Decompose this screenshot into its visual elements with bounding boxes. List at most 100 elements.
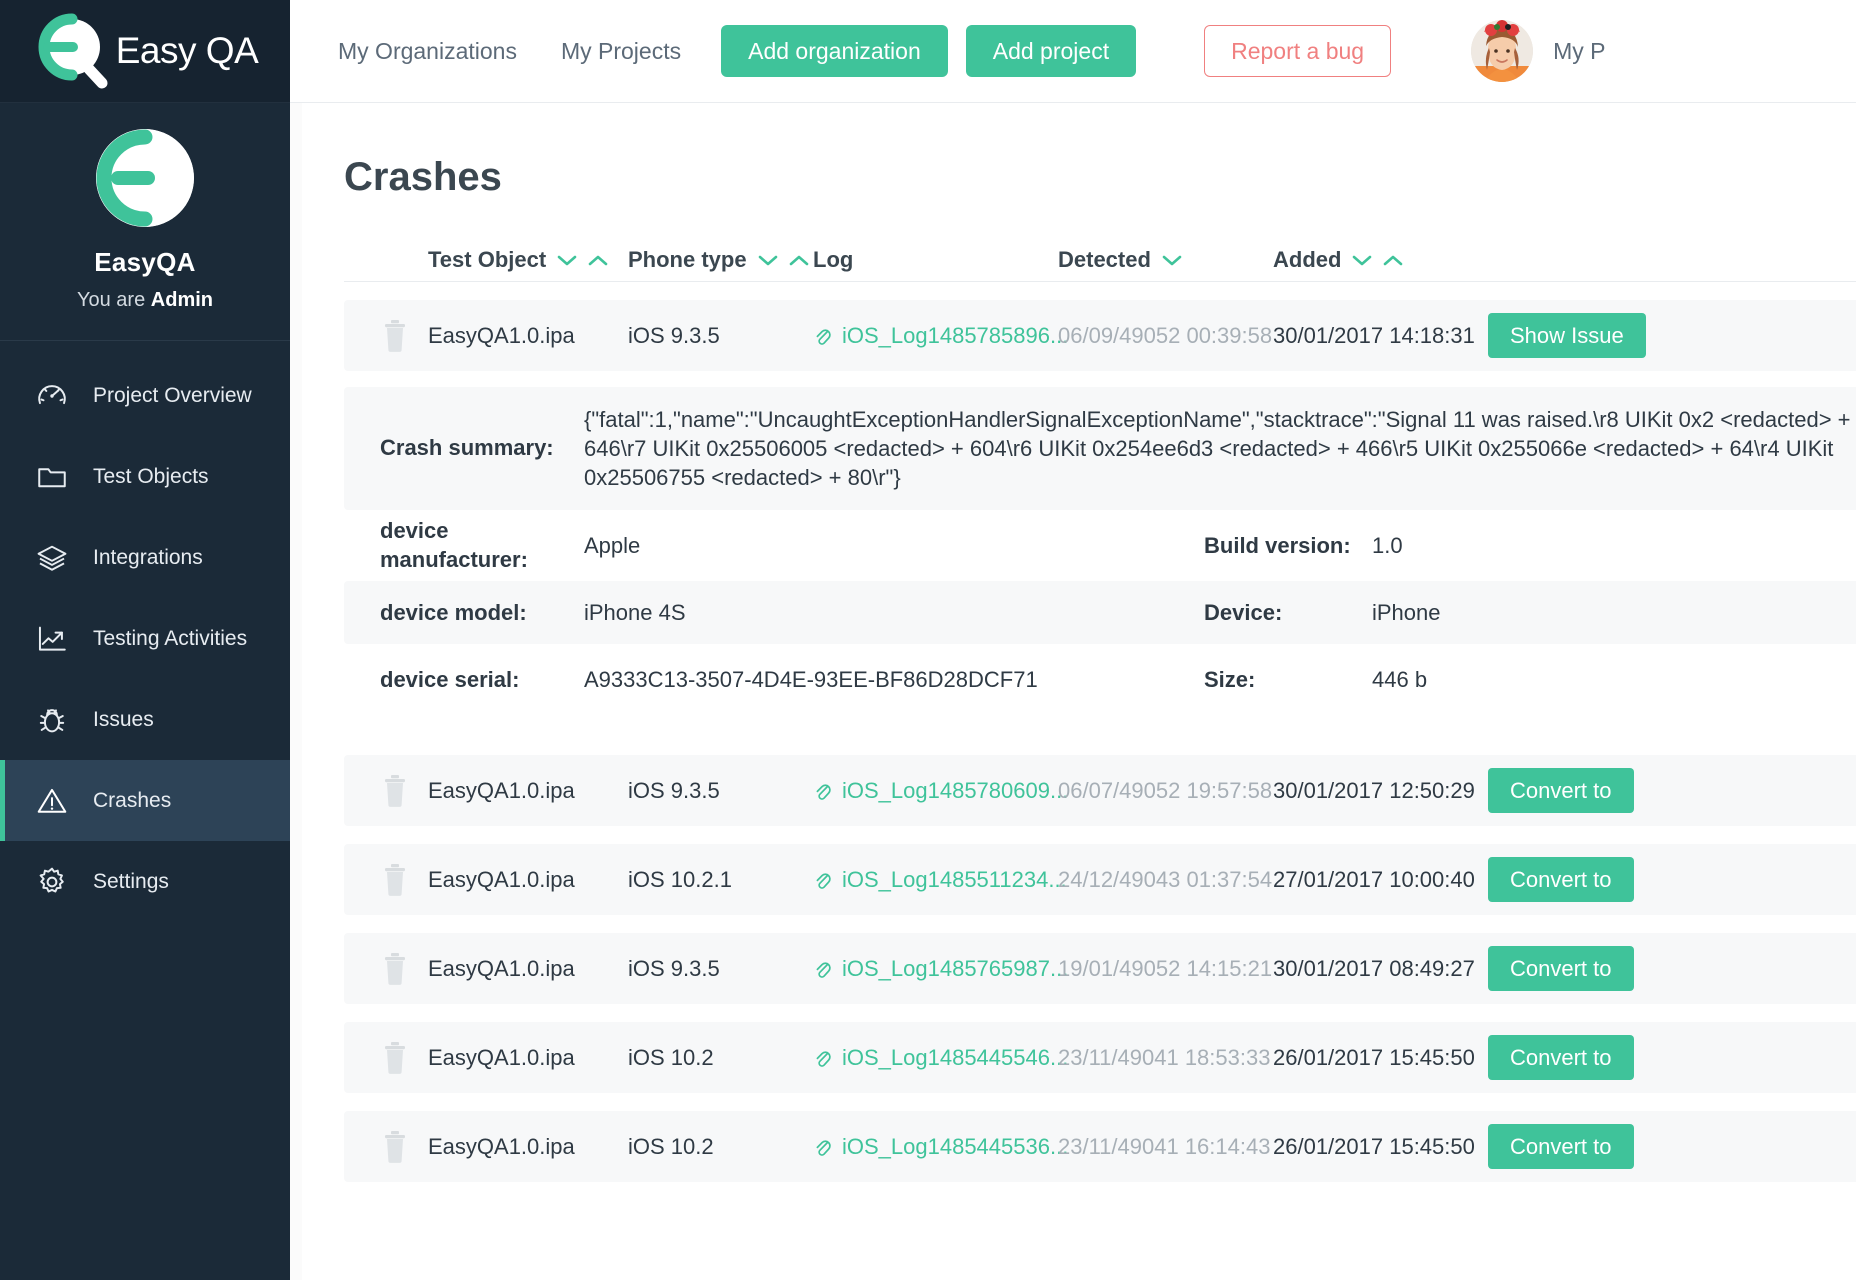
project-role-value: Admin [150, 289, 213, 311]
log-link[interactable]: iOS_Log1485445546... [813, 1045, 1068, 1071]
convert-to-issue-button[interactable]: Convert to [1488, 768, 1634, 814]
delete-crash-button[interactable] [344, 774, 428, 807]
sidebar-item-label: Testing Activities [93, 626, 248, 650]
topnav-my-projects[interactable]: My Projects [539, 38, 703, 65]
cell-phone-type: iOS 9.3.5 [628, 777, 720, 803]
chevron-up-icon[interactable] [1382, 252, 1404, 268]
sidebar-item-label: Integrations [93, 545, 203, 569]
log-link[interactable]: iOS_Log1485785896... [813, 323, 1068, 349]
sort-controls[interactable] [1161, 252, 1183, 268]
add-organization-button[interactable]: Add organization [721, 25, 948, 77]
detail-label: device serial: [380, 666, 520, 692]
chevron-down-icon[interactable] [556, 252, 578, 268]
column-label: Detected [1058, 247, 1151, 272]
warning-triangle-icon [33, 782, 71, 820]
easyqa-logo-icon: Easy QA [32, 13, 259, 89]
cell-log[interactable]: iOS_Log1485780609... [813, 778, 1068, 804]
convert-to-issue-button[interactable]: Convert to [1488, 1124, 1634, 1170]
sidebar-item-crashes[interactable]: Crashes [0, 760, 290, 841]
cell-added: 27/01/2017 10:00:40 [1273, 866, 1475, 892]
bug-icon [33, 701, 71, 739]
detail-value-crash-summary: {"fatal":1,"name":"UncaughtExceptionHand… [584, 407, 1851, 491]
cell-log[interactable]: iOS_Log1485445546... [813, 1045, 1068, 1071]
cell-log[interactable]: iOS_Log1485785896... [813, 323, 1068, 349]
sidebar-item-project-overview[interactable]: Project Overview [0, 355, 290, 436]
delete-crash-button[interactable] [344, 1130, 428, 1163]
log-link-label: iOS_Log1485765987... [842, 955, 1069, 981]
convert-to-issue-button[interactable]: Convert to [1488, 857, 1634, 903]
column-header-added[interactable]: Added [1273, 247, 1488, 273]
detail-label-secondary: Size: [1204, 666, 1256, 692]
user-avatar-icon[interactable] [1471, 20, 1534, 82]
brand-header[interactable]: Easy QA [0, 0, 290, 103]
cell-test-object: EasyQA1.0.ipa [428, 955, 575, 981]
chevron-down-icon[interactable] [1161, 252, 1183, 268]
sidebar-item-label: Crashes [93, 788, 172, 812]
table-row[interactable]: EasyQA1.0.ipa iOS 9.3.5 iOS_Log148576598… [344, 933, 1856, 1005]
topnav-my-organizations[interactable]: My Organizations [316, 38, 539, 65]
show-issue-button[interactable]: Show Issue [1488, 313, 1646, 358]
sort-controls[interactable] [757, 252, 810, 268]
detail-row-device-manufacturer: device manufacturer: Apple Build version… [344, 514, 1856, 578]
delete-crash-button[interactable] [344, 952, 428, 985]
detail-label: device manufacturer: [380, 518, 528, 572]
delete-crash-button[interactable] [344, 319, 428, 352]
add-project-button[interactable]: Add project [965, 25, 1137, 77]
sidebar: Easy QA EasyQA You are Admin Project Ove… [0, 0, 290, 1280]
cell-detected: 23/11/49041 16:14:43 [1058, 1133, 1271, 1159]
chart-line-icon [33, 620, 71, 658]
trash-icon[interactable] [382, 863, 408, 896]
log-link[interactable]: iOS_Log1485765987... [813, 956, 1068, 982]
cell-added: 30/01/2017 08:49:27 [1273, 955, 1475, 981]
convert-to-issue-button[interactable]: Convert to [1488, 1035, 1634, 1081]
cell-log[interactable]: iOS_Log1485765987... [813, 956, 1068, 982]
cell-log[interactable]: iOS_Log1485445536... [813, 1134, 1068, 1160]
report-bug-button[interactable]: Report a bug [1204, 25, 1392, 77]
chevron-down-icon[interactable] [1351, 252, 1373, 268]
user-menu[interactable]: My P [1471, 20, 1605, 82]
cell-action: Convert to [1488, 1035, 1856, 1081]
column-header-phone-type[interactable]: Phone type [628, 247, 813, 273]
delete-crash-button[interactable] [344, 1041, 428, 1074]
cell-added: 26/01/2017 15:45:50 [1273, 1133, 1475, 1159]
sidebar-item-settings[interactable]: Settings [0, 841, 290, 922]
detail-value: A9333C13-3507-4D4E-93EE-BF86D28DCF71 [584, 667, 1038, 693]
log-link[interactable]: iOS_Log1485511234... [813, 867, 1067, 893]
cell-detected: 06/07/49052 19:57:58 [1058, 777, 1273, 803]
sort-controls[interactable] [1351, 252, 1404, 268]
column-header-test-object[interactable]: Test Object [428, 247, 628, 273]
table-row[interactable]: EasyQA1.0.ipa iOS 10.2.1 iOS_Log14855112… [344, 844, 1856, 916]
table-header-row: Test Object Phone type Log Detected Adde… [344, 238, 1856, 282]
table-row[interactable]: EasyQA1.0.ipa iOS 10.2 iOS_Log1485445536… [344, 1111, 1856, 1183]
log-link[interactable]: iOS_Log1485445536... [813, 1134, 1068, 1160]
delete-crash-button[interactable] [344, 863, 428, 896]
chevron-down-icon[interactable] [757, 252, 779, 268]
cell-added: 30/01/2017 12:50:29 [1273, 777, 1475, 803]
chevron-up-icon[interactable] [788, 252, 810, 268]
table-row[interactable]: EasyQA1.0.ipa iOS 9.3.5 iOS_Log148578060… [344, 755, 1856, 827]
sidebar-item-integrations[interactable]: Integrations [0, 517, 290, 598]
trash-icon[interactable] [382, 1130, 408, 1163]
column-label: Added [1273, 247, 1342, 272]
table-row[interactable]: EasyQA1.0.ipa iOS 9.3.5 iOS_Log148578589… [344, 300, 1856, 371]
sidebar-item-issues[interactable]: Issues [0, 679, 290, 760]
column-header-detected[interactable]: Detected [1058, 247, 1273, 273]
trash-icon[interactable] [382, 1041, 408, 1074]
sort-controls[interactable] [556, 252, 609, 268]
trash-icon[interactable] [382, 774, 408, 807]
table-row[interactable]: EasyQA1.0.ipa iOS 10.2 iOS_Log1485445546… [344, 1022, 1856, 1094]
sidebar-item-testing-activities[interactable]: Testing Activities [0, 598, 290, 679]
trash-icon[interactable] [382, 319, 408, 352]
project-avatar-icon [96, 129, 194, 227]
sidebar-item-label: Issues [93, 707, 154, 731]
sidebar-item-test-objects[interactable]: Test Objects [0, 436, 290, 517]
trash-icon[interactable] [382, 952, 408, 985]
cell-log[interactable]: iOS_Log1485511234... [813, 867, 1067, 893]
detail-row-device-model: device model: iPhone 4S Device: iPhone [344, 581, 1856, 645]
paperclip-icon [816, 1051, 831, 1067]
log-link[interactable]: iOS_Log1485780609... [813, 778, 1068, 804]
chevron-up-icon[interactable] [587, 252, 609, 268]
cell-detected: 19/01/49052 14:15:21 [1058, 955, 1273, 981]
cell-test-object: EasyQA1.0.ipa [428, 866, 575, 892]
convert-to-issue-button[interactable]: Convert to [1488, 946, 1634, 992]
